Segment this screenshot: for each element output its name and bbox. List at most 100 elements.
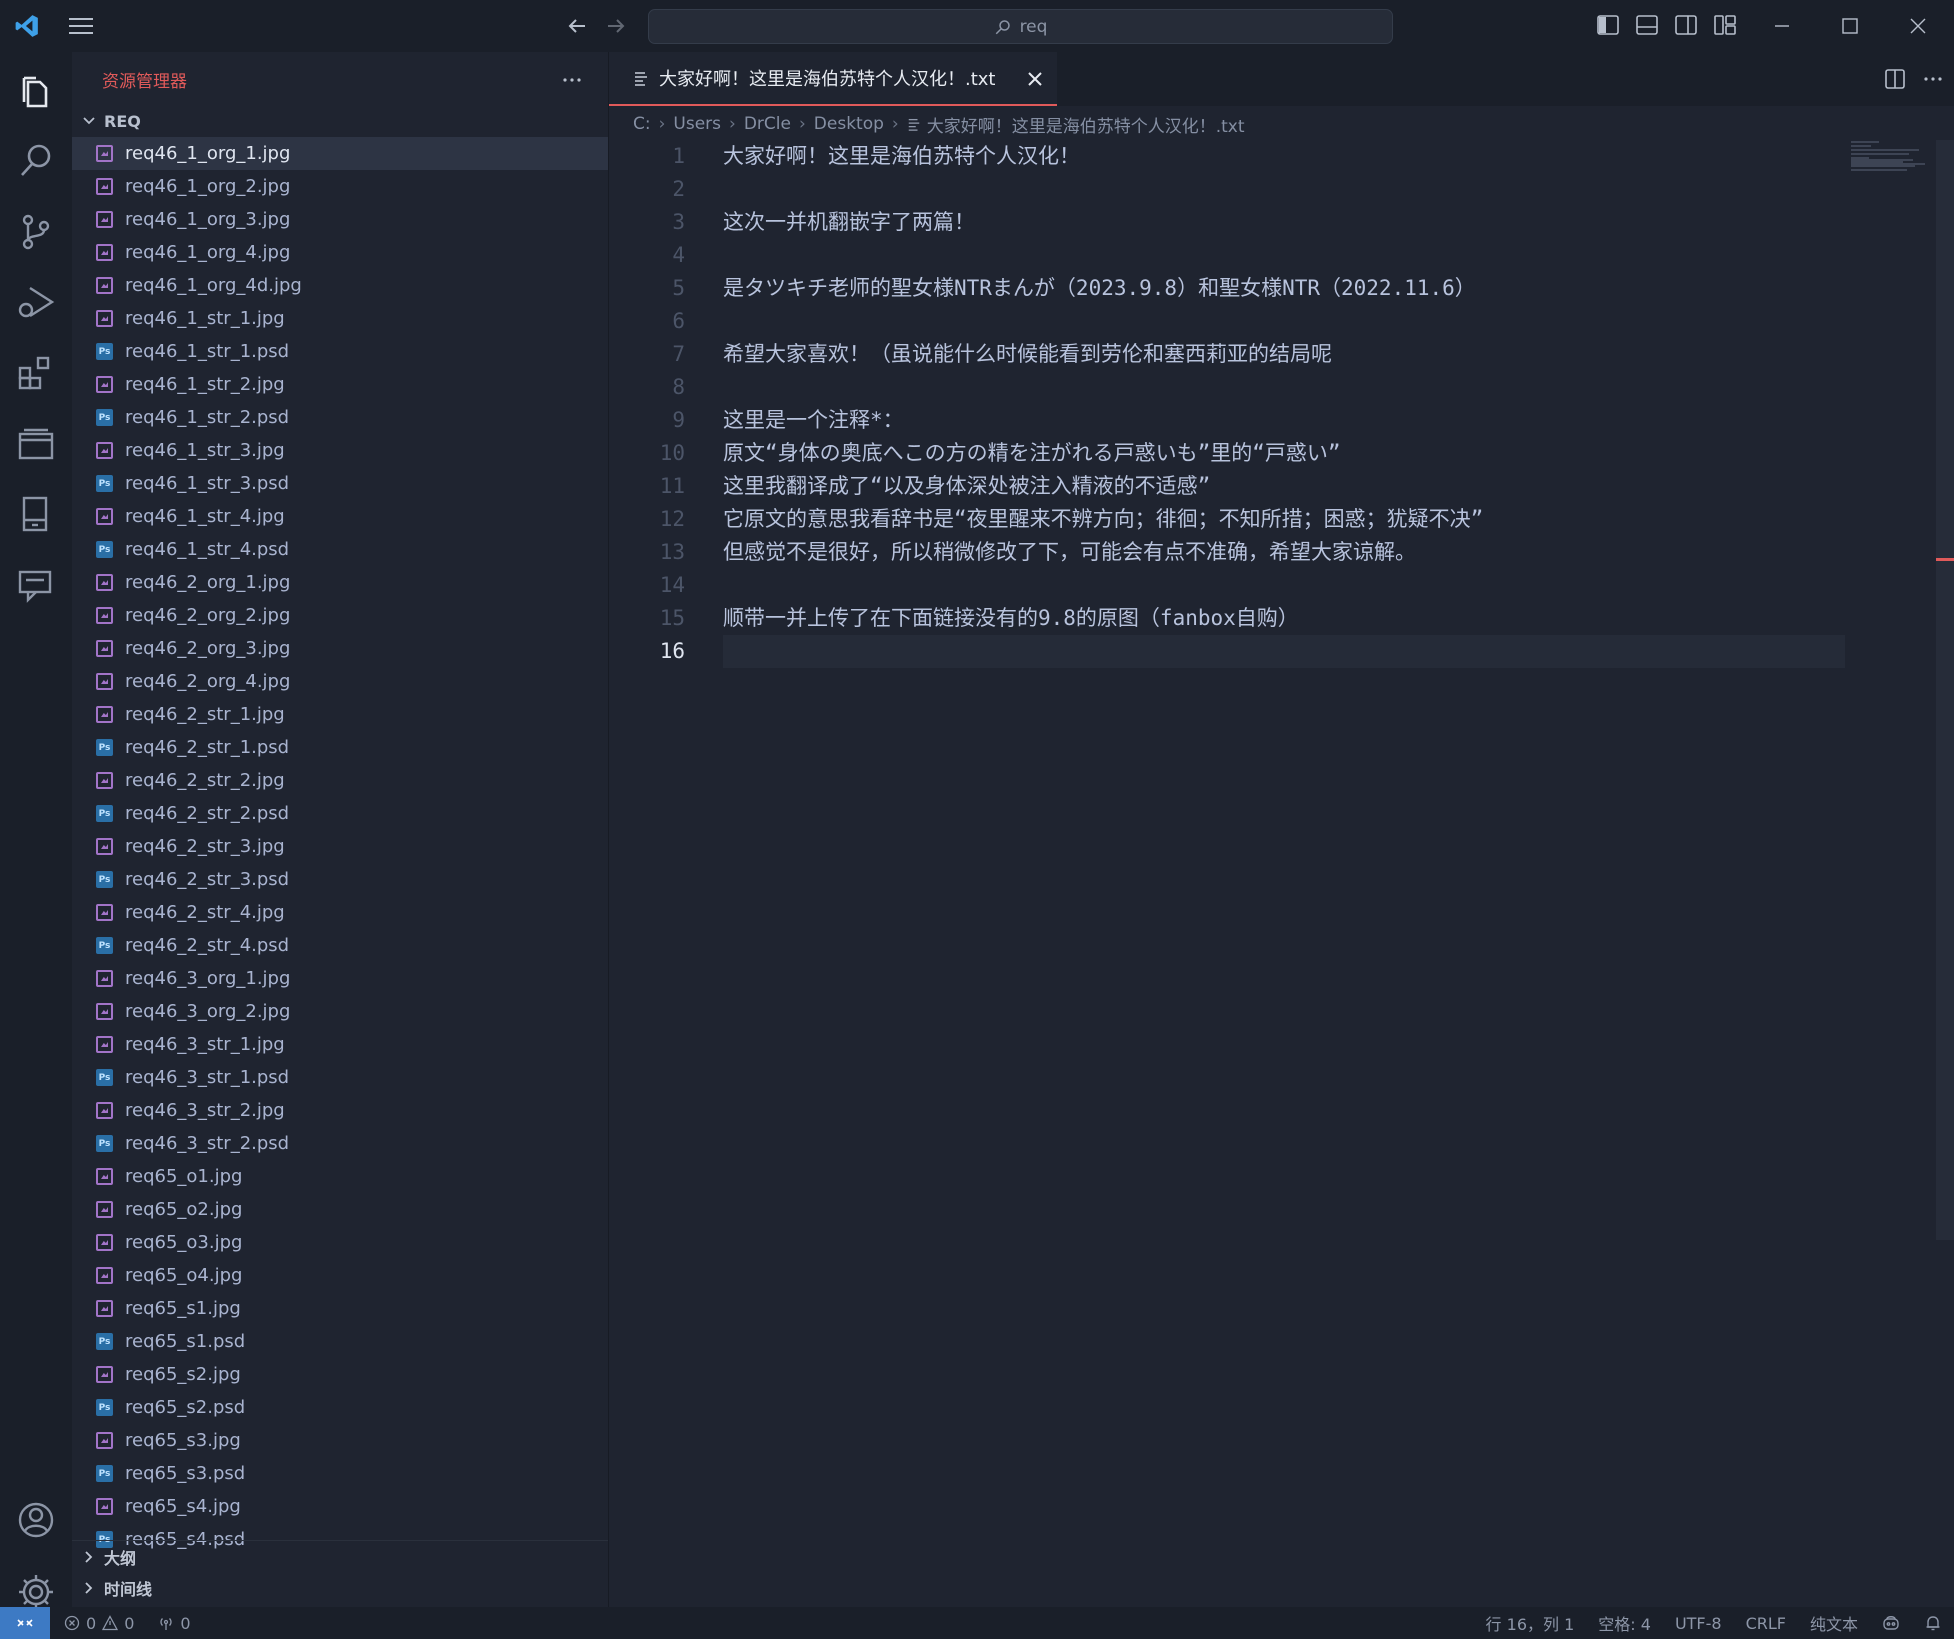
- code-line[interactable]: 2: [609, 173, 1849, 206]
- file-item[interactable]: req46_1_str_4.jpg: [72, 500, 608, 533]
- minimap[interactable]: [1849, 140, 1939, 180]
- maximize-icon[interactable]: [1836, 12, 1864, 40]
- file-item[interactable]: req65_o4.jpg: [72, 1259, 608, 1292]
- code-line[interactable]: 1 大家好啊！这里是海伯苏特个人汉化！: [609, 140, 1849, 173]
- file-item[interactable]: req46_3_str_2.jpg: [72, 1094, 608, 1127]
- toggle-primary-sidebar-icon[interactable]: [1596, 13, 1620, 37]
- file-item[interactable]: req65_o3.jpg: [72, 1226, 608, 1259]
- file-item[interactable]: req46_2_org_4.jpg: [72, 665, 608, 698]
- close-tab-icon[interactable]: [1025, 69, 1045, 89]
- copilot-icon[interactable]: [1882, 1614, 1900, 1632]
- search-icon[interactable]: [14, 138, 58, 182]
- timeline-section[interactable]: 时间线: [72, 1572, 608, 1604]
- more-actions-icon[interactable]: [560, 68, 584, 92]
- code-line[interactable]: 14: [609, 569, 1849, 602]
- outline-section[interactable]: 大纲: [72, 1540, 608, 1572]
- code-line[interactable]: 13 但感觉不是很好，所以稍微修改了下，可能会有点不准确，希望大家谅解。: [609, 536, 1849, 569]
- breadcrumb-segment[interactable]: 大家好啊！这里是海伯苏特个人汉化！.txt: [927, 112, 1245, 137]
- file-item[interactable]: req65_o2.jpg: [72, 1193, 608, 1226]
- file-item[interactable]: Ps req46_3_str_1.psd: [72, 1061, 608, 1094]
- remote-indicator[interactable]: [0, 1607, 50, 1639]
- file-item[interactable]: Ps req65_s2.psd: [72, 1391, 608, 1424]
- file-item[interactable]: Ps req46_1_str_1.psd: [72, 335, 608, 368]
- file-item[interactable]: req46_3_org_1.jpg: [72, 962, 608, 995]
- split-editor-icon[interactable]: [1883, 67, 1907, 91]
- file-item[interactable]: Ps req46_2_str_4.psd: [72, 929, 608, 962]
- close-window-icon[interactable]: [1904, 12, 1932, 40]
- file-item[interactable]: Ps req46_1_str_4.psd: [72, 533, 608, 566]
- file-item[interactable]: req46_1_org_2.jpg: [72, 170, 608, 203]
- file-item[interactable]: Ps req46_2_str_2.psd: [72, 797, 608, 830]
- code-editor[interactable]: 1 大家好啊！这里是海伯苏特个人汉化！ 2 3 这次一并机翻嵌字了两篇！ 4 5 是タツキチ老…: [609, 140, 1849, 668]
- toggle-secondary-sidebar-icon[interactable]: [1674, 13, 1698, 37]
- file-item[interactable]: req46_1_str_2.jpg: [72, 368, 608, 401]
- file-item[interactable]: req46_1_str_3.jpg: [72, 434, 608, 467]
- file-item[interactable]: req46_2_org_3.jpg: [72, 632, 608, 665]
- code-line[interactable]: 9 这里是一个注释*：: [609, 404, 1849, 437]
- arrow-right-icon[interactable]: [604, 14, 628, 38]
- minimize-icon[interactable]: [1768, 12, 1796, 40]
- file-item[interactable]: req46_2_str_3.jpg: [72, 830, 608, 863]
- cursor-position[interactable]: 行 16，列 1: [1486, 1611, 1575, 1635]
- code-line[interactable]: 12 它原文的意思我看辞书是“夜里醒来不辨方向；徘徊；不知所措；困惑；犹疑不决”: [609, 503, 1849, 536]
- file-item[interactable]: req46_2_str_1.jpg: [72, 698, 608, 731]
- folder-header-req[interactable]: REQ: [72, 106, 608, 136]
- encoding[interactable]: UTF-8: [1675, 1614, 1722, 1633]
- code-line[interactable]: 4: [609, 239, 1849, 272]
- problems-indicator[interactable]: 0 0 0: [64, 1607, 191, 1639]
- language-mode[interactable]: 纯文本: [1810, 1611, 1858, 1635]
- code-line[interactable]: 11 这里我翻译成了“以及身体深处被注入精液的不适感”: [609, 470, 1849, 503]
- file-item[interactable]: Ps req46_2_str_3.psd: [72, 863, 608, 896]
- notebook-icon[interactable]: [14, 492, 58, 536]
- file-item[interactable]: req46_2_org_2.jpg: [72, 599, 608, 632]
- file-item[interactable]: req46_1_org_4.jpg: [72, 236, 608, 269]
- code-line[interactable]: 6: [609, 305, 1849, 338]
- file-item[interactable]: req46_2_str_4.jpg: [72, 896, 608, 929]
- run-debug-icon[interactable]: [14, 280, 58, 324]
- file-item[interactable]: req46_1_org_3.jpg: [72, 203, 608, 236]
- file-item[interactable]: req65_s4.jpg: [72, 1490, 608, 1523]
- code-line[interactable]: 7 希望大家喜欢！（虽说能什么时候能看到劳伦和塞西莉亚的结局呢: [609, 338, 1849, 371]
- customize-layout-icon[interactable]: [1713, 13, 1737, 37]
- file-item[interactable]: req46_1_org_1.jpg: [72, 137, 608, 170]
- source-control-icon[interactable]: [14, 210, 58, 254]
- code-line[interactable]: 15 顺带一并上传了在下面链接没有的9.8的原图（fanbox自购）: [609, 602, 1849, 635]
- file-item[interactable]: req65_o1.jpg: [72, 1160, 608, 1193]
- code-line[interactable]: 5 是タツキチ老师的聖女様NTRまんが（2023.9.8）和聖女様NTR（2022…: [609, 272, 1849, 305]
- file-item[interactable]: Ps req46_1_str_2.psd: [72, 401, 608, 434]
- breadcrumb-segment[interactable]: DrCle: [744, 114, 791, 134]
- file-item[interactable]: Ps req46_3_str_2.psd: [72, 1127, 608, 1160]
- vertical-scrollbar[interactable]: [1936, 140, 1954, 1240]
- breadcrumb-segment[interactable]: Desktop: [814, 114, 884, 134]
- extensions-icon[interactable]: [14, 352, 58, 396]
- vscode-logo-icon[interactable]: [14, 13, 40, 39]
- command-center-search[interactable]: req: [648, 9, 1393, 44]
- account-icon[interactable]: [14, 1498, 58, 1542]
- code-line[interactable]: 16: [609, 635, 1849, 668]
- file-item[interactable]: Ps req65_s1.psd: [72, 1325, 608, 1358]
- hamburger-menu-icon[interactable]: [66, 14, 96, 38]
- file-item[interactable]: req46_3_org_2.jpg: [72, 995, 608, 1028]
- toggle-panel-icon[interactable]: [1635, 13, 1659, 37]
- file-item[interactable]: req46_3_str_1.jpg: [72, 1028, 608, 1061]
- file-item[interactable]: Ps req65_s3.psd: [72, 1457, 608, 1490]
- tab-active-file[interactable]: 大家好啊！这里是海伯苏特个人汉化！.txt: [609, 52, 1057, 106]
- code-line[interactable]: 10 原文“身体の奥底へこの方の精を注がれる戸惑いも”里的“戸惑い”: [609, 437, 1849, 470]
- code-line[interactable]: 8: [609, 371, 1849, 404]
- breadcrumb-segment[interactable]: Users: [673, 114, 721, 134]
- notifications-bell-icon[interactable]: [1924, 1614, 1942, 1632]
- end-of-line[interactable]: CRLF: [1746, 1614, 1786, 1633]
- breadcrumb-segment[interactable]: C:: [633, 114, 651, 134]
- file-item[interactable]: req65_s1.jpg: [72, 1292, 608, 1325]
- remote-explorer-icon[interactable]: [14, 422, 58, 466]
- explorer-icon[interactable]: [14, 70, 58, 114]
- code-line[interactable]: 3 这次一并机翻嵌字了两篇！: [609, 206, 1849, 239]
- file-item[interactable]: req46_2_str_2.jpg: [72, 764, 608, 797]
- file-item[interactable]: Ps req46_2_str_1.psd: [72, 731, 608, 764]
- file-item[interactable]: req65_s3.jpg: [72, 1424, 608, 1457]
- indentation[interactable]: 空格: 4: [1598, 1611, 1651, 1635]
- file-item[interactable]: req46_2_org_1.jpg: [72, 566, 608, 599]
- file-item[interactable]: Ps req46_1_str_3.psd: [72, 467, 608, 500]
- chat-icon[interactable]: [14, 564, 58, 608]
- file-item[interactable]: req46_1_str_1.jpg: [72, 302, 608, 335]
